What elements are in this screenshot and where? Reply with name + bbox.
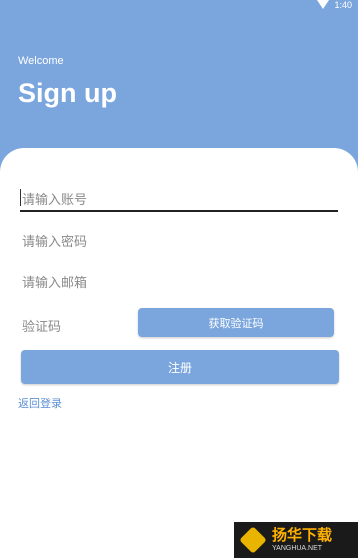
email-placeholder: 请输入邮箱 (22, 276, 88, 291)
account-input[interactable]: 请输入账号 (20, 184, 338, 212)
password-input[interactable]: 请输入密码 (20, 226, 338, 254)
watermark-cn: 扬华下载 (272, 526, 333, 544)
watermark-en: YANGHUA.NET (272, 545, 323, 552)
back-to-login-link[interactable]: 返回登录 (18, 395, 62, 411)
email-input[interactable]: 请输入邮箱 (20, 267, 338, 295)
register-button[interactable]: 注册 (21, 350, 339, 384)
account-placeholder: 请输入账号 (22, 193, 88, 208)
code-placeholder: 验证码 (22, 320, 62, 335)
status-bar: 1:40 (317, 0, 352, 10)
watermark-logo-icon (239, 526, 267, 554)
welcome-text: Welcome (18, 55, 64, 67)
watermark-badge: 扬华下载 YANGHUA.NET (234, 522, 358, 558)
get-code-button[interactable]: 获取验证码 (138, 308, 334, 337)
page-title: Sign up (18, 78, 117, 108)
status-time: 1:40 (334, 0, 352, 10)
code-input[interactable]: 验证码 (20, 311, 130, 339)
password-placeholder: 请输入密码 (22, 235, 88, 250)
wifi-icon (317, 0, 330, 9)
